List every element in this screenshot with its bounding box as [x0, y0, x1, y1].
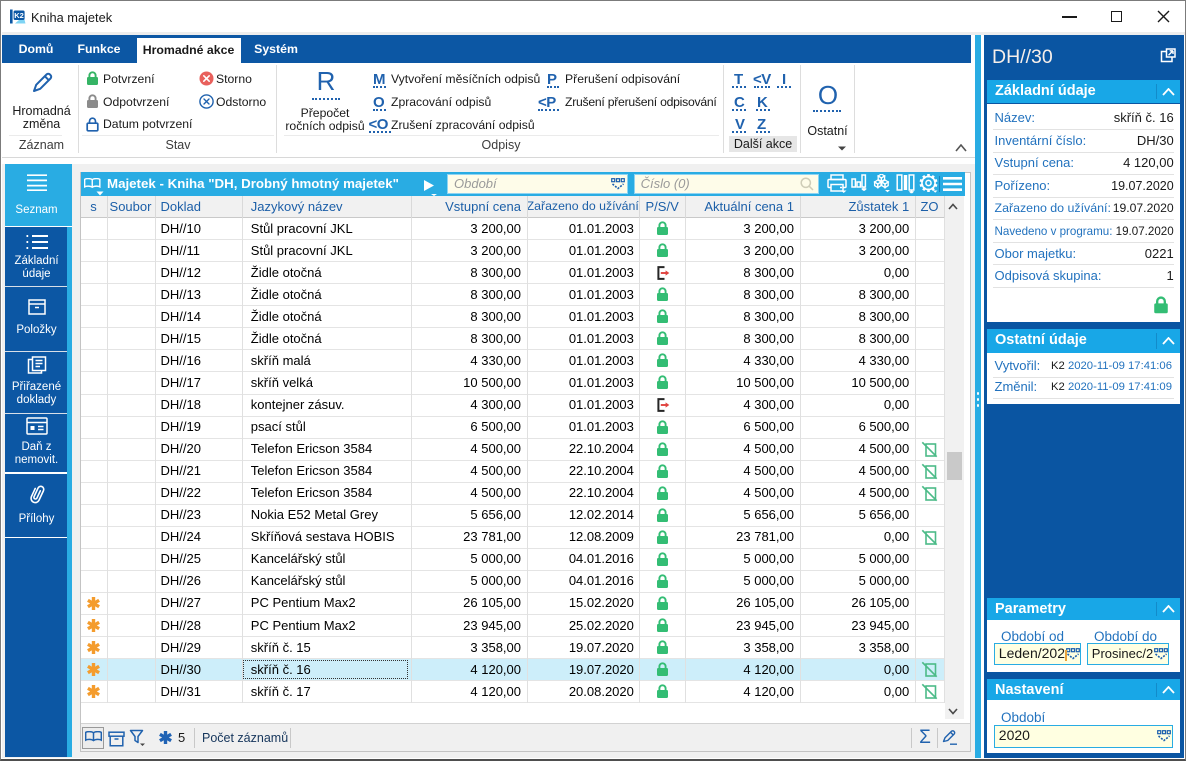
svg-text:K2: K2 [14, 11, 24, 20]
